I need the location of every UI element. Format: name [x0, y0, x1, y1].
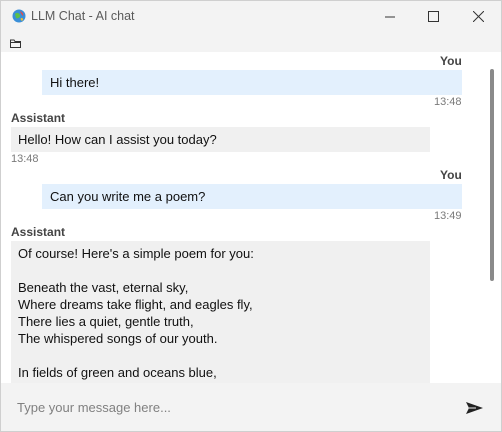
maximize-icon: [427, 11, 439, 22]
assistant-message-bubble: Hello! How can I assist you today?: [11, 127, 430, 152]
user-message-bubble: Can you write me a poem?: [42, 184, 462, 209]
send-icon[interactable]: [464, 400, 486, 416]
sender-label-assistant: Assistant: [11, 225, 66, 239]
message-input[interactable]: [9, 393, 449, 421]
title-bar[interactable]: LLM Chat - AI chat: [1, 1, 501, 32]
message-line: In fields of green and oceans blue,: [18, 365, 217, 380]
message-line: The whispered songs of our youth.: [18, 331, 218, 346]
message-line: There lies a quiet, gentle truth,: [18, 314, 194, 329]
minimize-button[interactable]: [367, 1, 413, 32]
chat-history[interactable]: You Hi there! 13:48 Assistant Hello! How…: [1, 52, 501, 383]
assistant-message-bubble: Of course! Here's a simple poem for you:…: [11, 241, 430, 383]
minimize-icon: [385, 16, 395, 17]
close-button[interactable]: [455, 1, 501, 32]
user-message-bubble: Hi there!: [42, 70, 462, 95]
close-icon: [472, 11, 484, 22]
maximize-button[interactable]: [410, 1, 456, 32]
chat-scrollbar[interactable]: [487, 52, 497, 383]
message-line: Where dreams take flight, and eagles fly…: [18, 297, 253, 312]
sender-label-user: You: [440, 54, 462, 68]
sender-label-user: You: [440, 168, 462, 182]
app-window: LLM Chat - AI chat You Hi there! 13:48 A…: [0, 0, 502, 432]
message-line: Of course! Here's a simple poem for you:: [18, 246, 254, 261]
message-line: Beneath the vast, eternal sky,: [18, 280, 189, 295]
input-bar: [1, 383, 501, 431]
sender-label-assistant: Assistant: [11, 111, 66, 125]
message-timestamp: 13:48: [434, 96, 462, 108]
message-timestamp: 13:49: [434, 210, 462, 222]
toolbar: [1, 32, 501, 52]
app-globe-icon: [12, 9, 26, 23]
scrollbar-thumb[interactable]: [490, 69, 494, 281]
folder-icon[interactable]: [10, 39, 21, 48]
window-title: LLM Chat - AI chat: [31, 9, 135, 23]
message-timestamp: 13:48: [11, 153, 39, 165]
